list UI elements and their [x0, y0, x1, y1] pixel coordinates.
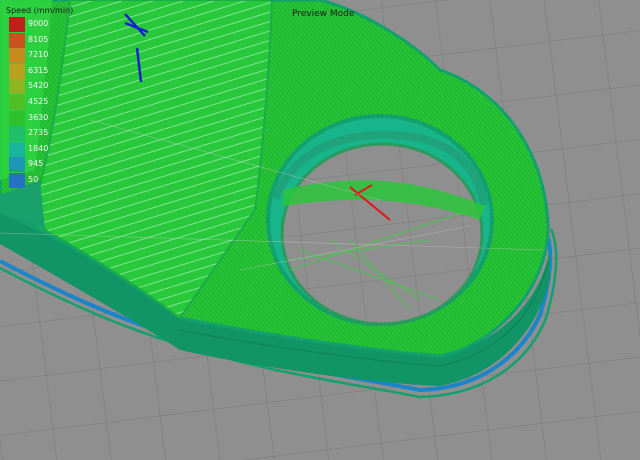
preview-viewport[interactable]: Preview Mode Speed (mm/min) 9000 8105 7210…	[0, 0, 640, 460]
legend-item: 5420	[6, 79, 72, 95]
preview-mode-label: Preview Mode	[292, 9, 355, 19]
legend-value: 1840	[28, 143, 49, 153]
legend-swatch	[9, 110, 25, 126]
toolpath-preview-canvas[interactable]	[0, 0, 640, 460]
speed-legend: Speed (mm/min) 9000 8105 7210 6315 5420 4525 3…	[6, 6, 74, 189]
legend-swatch	[9, 172, 25, 188]
legend-item: 9000	[6, 17, 72, 33]
legend-swatch	[9, 79, 25, 95]
legend-value: 945	[28, 159, 44, 169]
legend-swatch	[9, 94, 25, 110]
legend-item: 50	[6, 172, 72, 189]
legend-value: 7210	[28, 50, 49, 60]
legend-item: 1840	[6, 141, 72, 158]
legend-item: 7210	[6, 48, 72, 64]
legend-value: 50	[28, 174, 39, 184]
legend-value: 9000	[28, 19, 49, 28]
legend-value: 6315	[28, 65, 49, 75]
legend-item: 8105	[6, 32, 72, 49]
legend-value: 2735	[28, 128, 49, 138]
legend-title: Speed (mm/min)	[6, 6, 74, 15]
legend-value: 4525	[28, 96, 49, 106]
legend-value: 8105	[28, 34, 49, 44]
legend-swatch	[9, 17, 25, 32]
legend-swatch	[9, 126, 25, 142]
legend-item: 3630	[6, 110, 72, 127]
legend-swatch	[9, 48, 25, 64]
legend-item: 4525	[6, 94, 72, 111]
legend-swatch	[9, 32, 25, 48]
legend-swatch	[9, 141, 25, 157]
legend-rows: 9000 8105 7210 6315 5420 4525 3630 2735 1840 945 5…	[6, 17, 72, 189]
legend-item: 2735	[6, 126, 72, 142]
legend-value: 3630	[28, 112, 49, 122]
legend-value: 5420	[28, 81, 49, 91]
legend-item: 945	[6, 157, 72, 173]
legend-swatch	[9, 63, 25, 79]
legend-swatch	[9, 157, 25, 173]
legend-item: 6315	[6, 63, 72, 80]
